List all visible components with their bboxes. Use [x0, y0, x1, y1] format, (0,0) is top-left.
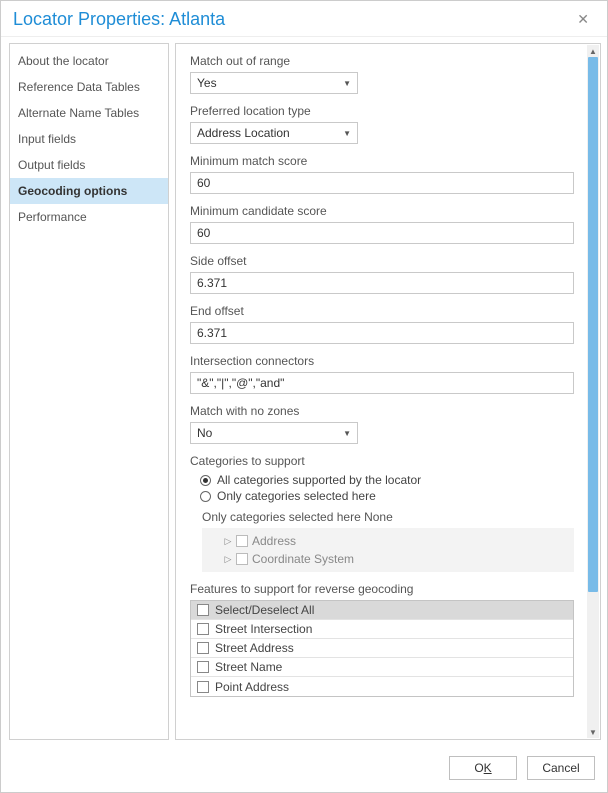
sidebar-item-reference-data[interactable]: Reference Data Tables — [10, 74, 168, 100]
ok-button[interactable]: OK — [449, 756, 517, 780]
checkbox-icon — [197, 681, 209, 693]
match-no-zones-select[interactable]: No ▼ — [190, 422, 358, 444]
scrollbar-track — [588, 57, 598, 726]
preferred-location-type-label: Preferred location type — [190, 104, 574, 118]
main-panel: Match out of range Yes ▼ Preferred locat… — [175, 43, 601, 740]
dialog-footer: OK Cancel — [1, 746, 607, 792]
sidebar-item-geocoding-options[interactable]: Geocoding options — [10, 178, 168, 204]
reverse-label: Features to support for reverse geocodin… — [190, 582, 574, 596]
end-offset-label: End offset — [190, 304, 574, 318]
chevron-down-icon: ▼ — [343, 79, 351, 88]
checkbox-icon — [236, 535, 248, 547]
checkbox-icon — [197, 604, 209, 616]
checkbox-icon — [197, 661, 209, 673]
categories-tree: ▷ Address ▷ Coordinate System — [202, 528, 574, 572]
reverse-row-point-address[interactable]: Point Address — [191, 677, 573, 696]
dialog-body: About the locator Reference Data Tables … — [1, 37, 607, 746]
side-offset-label: Side offset — [190, 254, 574, 268]
checkbox-icon — [197, 623, 209, 635]
reverse-row-street-address[interactable]: Street Address — [191, 639, 573, 658]
match-no-zones-label: Match with no zones — [190, 404, 574, 418]
tree-expand-icon: ▷ — [224, 554, 232, 565]
match-no-zones-value: No — [197, 426, 212, 440]
tree-item-address[interactable]: ▷ Address — [206, 532, 570, 550]
tree-item-label: Address — [252, 534, 296, 548]
sidebar-item-input-fields[interactable]: Input fields — [10, 126, 168, 152]
close-icon[interactable]: ✕ — [571, 9, 595, 30]
checkbox-icon — [197, 642, 209, 654]
minimum-match-score-input[interactable] — [190, 172, 574, 194]
chevron-down-icon: ▼ — [343, 129, 351, 138]
titlebar: Locator Properties: Atlanta ✕ — [1, 1, 607, 37]
vertical-scrollbar[interactable]: ▲ ▼ — [587, 45, 599, 738]
scrollbar-thumb[interactable] — [588, 57, 598, 592]
categories-radio-selected-row[interactable]: Only categories selected here — [200, 488, 574, 504]
intersection-connectors-label: Intersection connectors — [190, 354, 574, 368]
sidebar-item-about[interactable]: About the locator — [10, 48, 168, 74]
reverse-features-table: Select/Deselect All Street Intersection … — [190, 600, 574, 697]
categories-label: Categories to support — [190, 454, 574, 468]
reverse-select-all-label: Select/Deselect All — [215, 603, 314, 617]
sidebar-item-performance[interactable]: Performance — [10, 204, 168, 230]
sidebar-item-output-fields[interactable]: Output fields — [10, 152, 168, 178]
tree-item-coordinate-system[interactable]: ▷ Coordinate System — [206, 550, 570, 568]
reverse-select-all-row[interactable]: Select/Deselect All — [191, 601, 573, 620]
minimum-match-score-label: Minimum match score — [190, 154, 574, 168]
side-offset-input[interactable] — [190, 272, 574, 294]
reverse-row-label: Point Address — [215, 680, 289, 694]
tree-expand-icon: ▷ — [224, 536, 232, 547]
scroll-down-icon: ▼ — [587, 726, 599, 738]
radio-icon — [200, 491, 211, 502]
cancel-button[interactable]: Cancel — [527, 756, 595, 780]
radio-icon — [200, 475, 211, 486]
reverse-row-street-name[interactable]: Street Name — [191, 658, 573, 677]
categories-radio-selected-label: Only categories selected here — [217, 489, 376, 503]
form-area: Match out of range Yes ▼ Preferred locat… — [176, 44, 586, 739]
minimum-candidate-score-input[interactable] — [190, 222, 574, 244]
preferred-location-type-value: Address Location — [197, 126, 290, 140]
sidebar: About the locator Reference Data Tables … — [9, 43, 169, 740]
locator-properties-dialog: Locator Properties: Atlanta ✕ About the … — [0, 0, 608, 793]
tree-item-label: Coordinate System — [252, 552, 354, 566]
match-out-of-range-label: Match out of range — [190, 54, 574, 68]
categories-selected-here-label: Only categories selected here None — [202, 510, 574, 524]
intersection-connectors-input[interactable] — [190, 372, 574, 394]
match-out-of-range-select[interactable]: Yes ▼ — [190, 72, 358, 94]
chevron-down-icon: ▼ — [343, 429, 351, 438]
preferred-location-type-select[interactable]: Address Location ▼ — [190, 122, 358, 144]
categories-radio-all-row[interactable]: All categories supported by the locator — [200, 472, 574, 488]
checkbox-icon — [236, 553, 248, 565]
reverse-row-label: Street Name — [215, 660, 282, 674]
end-offset-input[interactable] — [190, 322, 574, 344]
sidebar-item-alternate-names[interactable]: Alternate Name Tables — [10, 100, 168, 126]
ok-button-prefix: O — [474, 761, 483, 775]
minimum-candidate-score-label: Minimum candidate score — [190, 204, 574, 218]
ok-button-underline: K — [484, 761, 492, 775]
dialog-title: Locator Properties: Atlanta — [13, 9, 225, 30]
match-out-of-range-value: Yes — [197, 76, 217, 90]
reverse-row-label: Street Intersection — [215, 622, 312, 636]
reverse-row-label: Street Address — [215, 641, 294, 655]
reverse-row-street-intersection[interactable]: Street Intersection — [191, 620, 573, 639]
categories-radio-all-label: All categories supported by the locator — [217, 473, 421, 487]
scroll-up-icon: ▲ — [587, 45, 599, 57]
